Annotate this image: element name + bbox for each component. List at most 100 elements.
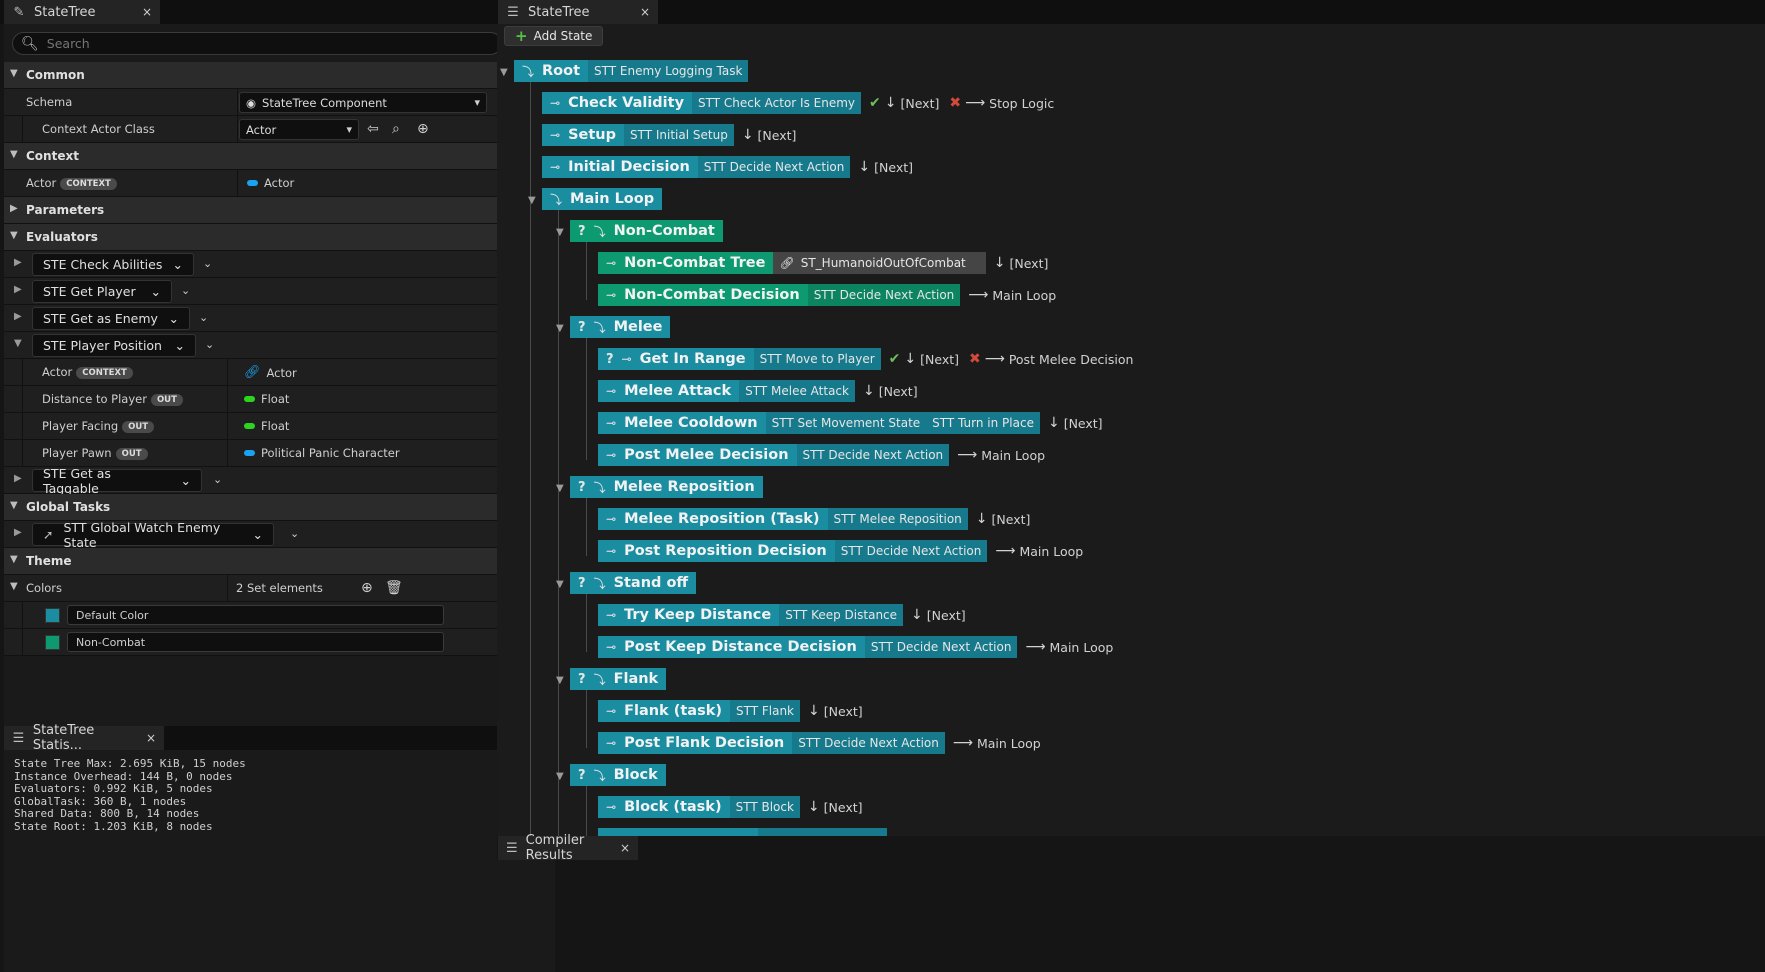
color-name-field[interactable]: Non-Combat <box>67 632 444 652</box>
state-non-combat-tree[interactable]: ⊸ Non-Combat Tree 🔗︎ ST_HumanoidOutOfComba… <box>598 252 1048 274</box>
chevron-down-icon[interactable]: ▼ <box>10 581 18 592</box>
stat-line: Shared Data: 800 B, 14 nodes <box>14 807 200 820</box>
state-initial-decision[interactable]: ⊸ Initial Decision STT Decide Next Action… <box>542 156 913 178</box>
state-melee-cooldown[interactable]: ⊸ Melee Cooldown STT Set Movement State S… <box>598 412 1103 434</box>
chevron-right-icon[interactable]: ▶ <box>14 311 22 322</box>
subtree-icon: ⤵ <box>522 64 535 79</box>
chevron-down-icon[interactable]: ⌄ <box>199 311 208 324</box>
state-block-task[interactable]: ⊸ Block (task) STT Block ↓ [Next] <box>598 796 863 818</box>
evaluator-combo[interactable]: STE Check Abilities ⌄ <box>32 253 194 276</box>
state-partially-visible[interactable] <box>598 828 887 836</box>
evaluator-combo[interactable]: STE Get Player ⌄ <box>32 280 172 303</box>
state-non-combat[interactable]: ? ⤵ Non-Combat <box>570 220 723 242</box>
category-context[interactable]: ▼ Context <box>4 143 555 170</box>
chevron-down-icon[interactable]: ▼ <box>528 195 536 206</box>
prop-distance-to-player: Distance to Player OUT Float <box>4 386 555 413</box>
state-main-loop[interactable]: ⤵ Main Loop <box>542 188 663 210</box>
chevron-right-icon[interactable]: ▶ <box>14 257 22 268</box>
use-selected-icon[interactable]: ⇦ <box>367 121 379 137</box>
state-get-in-range[interactable]: ? ⊸ Get In Range STT Move to Player ✔ ↓ [Nex… <box>598 348 1133 370</box>
close-icon[interactable]: × <box>620 841 630 855</box>
category-common[interactable]: ▼ Common <box>4 62 555 89</box>
state-post-flank-decision[interactable]: ⊸ Post Flank Decision STT Decide Next Act… <box>598 732 1041 754</box>
transition: ↓ [Next] <box>975 511 1031 527</box>
tab-details-statetree[interactable]: ✎ StateTree × <box>4 0 160 24</box>
state-flank[interactable]: ? ⤵ Flank <box>570 668 667 690</box>
browse-icon[interactable]: ⌕ <box>392 121 400 137</box>
category-global-tasks[interactable]: ▼ Global Tasks ⊕ 🗑︎ <box>4 494 555 521</box>
add-element-icon[interactable]: ⊕ <box>361 580 373 596</box>
search-input[interactable] <box>46 36 467 51</box>
chevron-down-icon[interactable]: ⌄ <box>290 527 299 540</box>
chevron-down-icon[interactable]: ⌄ <box>205 338 214 351</box>
chevron-down-icon[interactable]: ▼ <box>14 338 22 349</box>
leaf-icon: ⊸ <box>621 352 632 366</box>
category-theme[interactable]: ▼ Theme <box>4 548 555 575</box>
chevron-down-icon[interactable]: ▼ <box>556 579 564 590</box>
tab-statetree-statistics[interactable]: ☰ StateTree Statis... × <box>4 723 164 753</box>
evaluator-combo[interactable]: STE Player Position ⌄ <box>32 334 196 357</box>
arrow-down-icon: ↓ <box>904 351 917 367</box>
leaf-icon: ⊸ <box>550 96 561 110</box>
tab-compiler-results[interactable]: ☰ Compiler Results × <box>498 833 638 863</box>
tab-label: StateTree <box>528 4 590 20</box>
chevron-down-icon[interactable]: ⌄ <box>181 284 190 297</box>
close-icon[interactable]: × <box>640 5 650 19</box>
category-evaluators[interactable]: ▼ Evaluators ⊕ 🗑︎ <box>4 224 555 251</box>
failure-icon: ✖ <box>949 95 962 111</box>
chevron-down-icon[interactable]: ▼ <box>556 323 564 334</box>
state-try-keep-distance[interactable]: ⊸ Try Keep Distance STT Keep Distance ↓ [N… <box>598 604 966 626</box>
state-stand-off[interactable]: ? ⤵ Stand off <box>570 572 697 594</box>
close-icon[interactable]: × <box>142 5 152 19</box>
task-label: STT Block <box>729 796 800 818</box>
chevron-down-icon[interactable]: ⌄ <box>213 473 222 486</box>
state-melee-reposition-task[interactable]: ⊸ Melee Reposition (Task) STT Melee Repos… <box>598 508 1030 530</box>
state-root[interactable]: ⤵ Root STT Enemy Logging Task <box>514 60 749 82</box>
compiler-tabstrip: ☰ Compiler Results × <box>497 833 1765 863</box>
chevron-right-icon[interactable]: ▶ <box>14 527 22 538</box>
schema-combo[interactable]: ◉ StateTree Component ▾ <box>239 92 487 113</box>
state-non-combat-decision[interactable]: ⊸ Non-Combat Decision STT Decide Next Act… <box>598 284 1056 306</box>
context-actor-combo[interactable]: Actor ▾ <box>239 119 359 140</box>
add-icon[interactable]: ⊕ <box>417 121 429 137</box>
chevron-right-icon[interactable]: ▶ <box>14 473 22 484</box>
add-state-label: Add State <box>533 29 593 43</box>
color-swatch[interactable] <box>45 608 60 623</box>
state-block[interactable]: ? ⤵ Block <box>570 764 666 786</box>
close-icon[interactable]: × <box>146 731 156 745</box>
add-state-button[interactable]: + Add State <box>504 26 604 46</box>
state-check-validity[interactable]: ⊸ Check Validity STT Check Actor Is Enemy… <box>542 92 1054 114</box>
chevron-down-icon[interactable]: ▼ <box>556 675 564 686</box>
tree-line <box>586 786 587 836</box>
arrow-right-icon: ⟶ <box>952 735 973 751</box>
evaluator-row: ▼ STE Player Position⌄ ⌄ ↶ <box>4 332 555 359</box>
state-melee-reposition[interactable]: ? ⤵ Melee Reposition <box>570 476 763 498</box>
state-flank-task[interactable]: ⊸ Flank (task) STT Flank ↓ [Next] <box>598 700 863 722</box>
state-post-melee-decision[interactable]: ⊸ Post Melee Decision STT Decide Next Act… <box>598 444 1045 466</box>
tab-tree-statetree[interactable]: ☰ StateTree × <box>498 0 658 24</box>
state-melee-attack[interactable]: ⊸ Melee Attack STT Melee Attack ↓ [Next] <box>598 380 918 402</box>
prop-label: Actor CONTEXT <box>42 365 133 379</box>
chevron-down-icon[interactable]: ▼ <box>556 227 564 238</box>
task-label: STT Decide Next Action <box>807 284 961 306</box>
state-setup[interactable]: ⊸ Setup STT Initial Setup ↓ [Next] <box>542 124 796 146</box>
chevron-down-icon[interactable]: ▼ <box>556 771 564 782</box>
color-swatch[interactable] <box>45 635 60 650</box>
search-box[interactable]: 🔍︎ <box>12 32 502 55</box>
evaluator-combo[interactable]: STE Get as Taggable ⌄ <box>32 466 202 496</box>
evaluator-combo[interactable]: STE Get as Enemy ⌄ <box>32 307 190 330</box>
chevron-down-icon[interactable]: ⌄ <box>203 257 212 270</box>
arrow-right-icon: ⟶ <box>957 447 978 463</box>
global-task-combo[interactable]: ➚ STT Global Watch Enemy State ⌄ <box>32 520 274 550</box>
color-name-field[interactable]: Default Color <box>67 605 444 625</box>
chevron-down-icon[interactable]: ▼ <box>556 483 564 494</box>
trash-icon[interactable]: 🗑︎ <box>385 580 403 596</box>
state-post-reposition-decision[interactable]: ⊸ Post Reposition Decision STT Decide Nex… <box>598 540 1083 562</box>
context-badge: CONTEXT <box>76 367 133 379</box>
state-post-keep-distance-decision[interactable]: ⊸ Post Keep Distance Decision STT Decide … <box>598 636 1113 658</box>
list-icon: ☰ <box>507 4 519 20</box>
chevron-right-icon[interactable]: ▶ <box>14 284 22 295</box>
category-parameters[interactable]: ▶ Parameters ⊕ <box>4 197 555 224</box>
chevron-down-icon[interactable]: ▼ <box>500 67 508 78</box>
state-melee[interactable]: ? ⤵ Melee <box>570 316 671 338</box>
